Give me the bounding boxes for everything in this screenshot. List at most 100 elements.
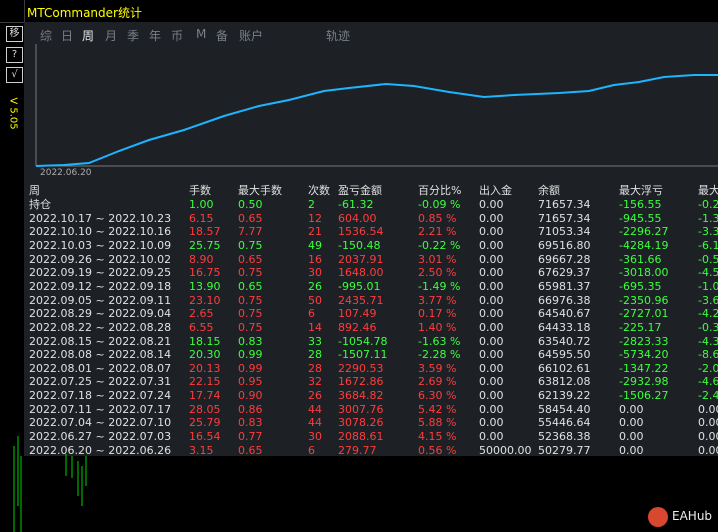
cell-last: -1.0	[698, 279, 718, 293]
cell-max_lots: 0.99	[238, 361, 263, 375]
cell-pct: 0.85 %	[418, 211, 457, 225]
cell-balance: 64433.18	[538, 320, 591, 334]
cell-pct: -2.28 %	[418, 348, 461, 362]
cell-pct: 5.88 %	[418, 416, 457, 430]
cell-max_lots: 0.65	[238, 252, 263, 266]
cell-lots: 16.54	[189, 430, 221, 444]
cell-inout: 0.00	[479, 361, 504, 375]
cell-max_float: -225.17	[619, 320, 662, 334]
cell-max_lots: 0.75	[238, 238, 263, 252]
tab-7[interactable]: M	[196, 27, 206, 41]
cell-pct: 3.59 %	[418, 361, 457, 375]
cell-balance: 64595.50	[538, 348, 591, 362]
cell-max_lots: 0.86	[238, 402, 263, 416]
tab-1[interactable]: 日	[61, 27, 73, 44]
cell-last: 0.00	[698, 416, 718, 430]
tab-0[interactable]: 综	[40, 27, 52, 44]
cell-last: -4.5	[698, 266, 718, 280]
cell-count: 33	[308, 334, 322, 348]
cell-balance: 63540.72	[538, 334, 591, 348]
cell-pct: -0.09 %	[418, 198, 461, 211]
cell-period: 2022.08.08 ~ 2022.08.14	[29, 348, 172, 362]
cell-count: 32	[308, 375, 322, 389]
cell-balance: 55446.64	[538, 416, 591, 430]
cell-count: 30	[308, 430, 322, 444]
cell-balance: 64540.67	[538, 307, 591, 321]
tab-4[interactable]: 季	[127, 27, 139, 44]
cell-last: -1.3	[698, 211, 718, 225]
title-bar: MTCommander统计	[0, 0, 718, 23]
title-divider	[24, 0, 25, 22]
watermark-text: EAHub	[672, 509, 713, 523]
cell-balance: 69667.28	[538, 252, 591, 266]
header-0: 周	[29, 184, 40, 197]
cell-period: 2022.08.22 ~ 2022.08.28	[29, 320, 172, 334]
cell-last: -4.6	[698, 375, 718, 389]
help-button[interactable]: ?	[6, 47, 23, 63]
cell-max_float: -2350.96	[619, 293, 669, 307]
tab-6[interactable]: 币	[171, 27, 183, 44]
cell-max_float: -2296.27	[619, 225, 669, 239]
tab-8[interactable]: 备	[216, 27, 228, 44]
cell-lots: 2.65	[189, 307, 214, 321]
cell-max_float: -1347.22	[619, 361, 669, 375]
cell-period: 2022.10.03 ~ 2022.10.09	[29, 238, 172, 252]
cell-max_lots: 0.99	[238, 348, 263, 362]
cell-pnl: -1507.11	[338, 348, 388, 362]
confirm-button[interactable]: √	[6, 67, 23, 83]
cell-period: 2022.08.15 ~ 2022.08.21	[29, 334, 172, 348]
cell-pnl: 279.77	[338, 443, 377, 457]
tab-5[interactable]: 年	[149, 27, 161, 44]
cell-period: 2022.08.01 ~ 2022.08.07	[29, 361, 172, 375]
tab-3[interactable]: 月	[105, 27, 117, 44]
cell-max_float: -156.55	[619, 198, 662, 211]
cell-last: -0.3	[698, 320, 718, 334]
tab-2[interactable]: 周	[79, 27, 97, 47]
cell-max_float: -2932.98	[619, 375, 669, 389]
cell-pnl: 1536.54	[338, 225, 384, 239]
cell-max_lots: 7.77	[238, 225, 263, 239]
cell-pnl: 2435.71	[338, 293, 384, 307]
cell-period: 2022.10.10 ~ 2022.10.16	[29, 225, 172, 239]
cell-count: 16	[308, 252, 322, 266]
header-8: 最大浮亏	[619, 184, 663, 197]
cell-max_lots: 0.75	[238, 293, 263, 307]
cell-pnl: 2290.53	[338, 361, 384, 375]
version-label: V 5.05	[3, 96, 23, 134]
cell-max_lots: 0.65	[238, 443, 263, 457]
cell-balance: 58454.40	[538, 402, 591, 416]
cell-balance: 62139.22	[538, 389, 591, 403]
cell-lots: 22.15	[189, 375, 221, 389]
cell-max_float: 0.00	[619, 443, 644, 457]
cell-pnl: 3078.26	[338, 416, 384, 430]
cell-max_lots: 0.50	[238, 198, 263, 211]
cell-inout: 0.00	[479, 402, 504, 416]
cell-last: -8.6	[698, 348, 718, 362]
cell-lots: 20.30	[189, 348, 221, 362]
cell-count: 44	[308, 402, 322, 416]
cell-last: -2.4	[698, 389, 718, 403]
header-2: 最大手数	[238, 184, 282, 197]
header-6: 出入金	[479, 184, 512, 197]
cell-balance: 52368.38	[538, 430, 591, 444]
tab-9[interactable]: 账户	[239, 27, 263, 44]
cell-pnl: 1672.86	[338, 375, 384, 389]
cell-count: 49	[308, 238, 322, 252]
cell-max_lots: 0.90	[238, 389, 263, 403]
cell-pct: 0.17 %	[418, 307, 457, 321]
cell-max_float: 0.00	[619, 402, 644, 416]
cell-count: 6	[308, 307, 315, 321]
cell-max_float: -361.66	[619, 252, 662, 266]
cell-inout: 0.00	[479, 225, 504, 239]
cell-count: 12	[308, 211, 322, 225]
stats-panel: 综日周月季年币 M 备账户 轨迹 2022.06.20 周手数 最大手数 次数 盈亏金额 百分…	[24, 22, 718, 479]
header-4: 盈亏金额	[338, 184, 382, 197]
tab-10[interactable]: 轨迹	[326, 27, 350, 44]
header-9: 最大	[698, 184, 718, 197]
cell-count: 14	[308, 320, 322, 334]
move-button[interactable]: 移	[6, 26, 23, 42]
background-price-bars	[13, 436, 87, 532]
cell-pnl: 3684.82	[338, 389, 384, 403]
cell-pnl: -61.32	[338, 198, 374, 211]
cell-pnl: 3007.76	[338, 402, 384, 416]
